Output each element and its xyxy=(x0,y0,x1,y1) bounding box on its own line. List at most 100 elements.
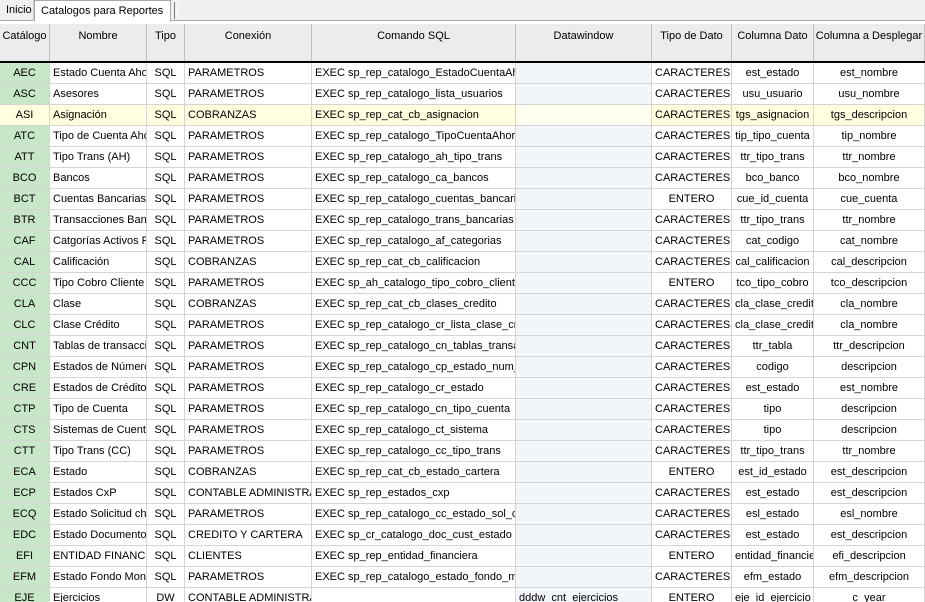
cell-nombre[interactable]: Sistemas de Cuenta xyxy=(50,420,147,441)
cell-tipo[interactable]: SQL xyxy=(147,525,185,546)
table-row[interactable]: EDC Estado Documentos SQL CREDITO Y CARTERA… xyxy=(0,525,925,546)
cell-tipo[interactable]: SQL xyxy=(147,441,185,462)
column-header-columna-a-desplegar[interactable]: Columna a Desplegar xyxy=(814,24,925,61)
cell-tipo[interactable]: SQL xyxy=(147,147,185,168)
table-row[interactable]: CCC Tipo Cobro Cliente SQL PARAMETROS EXEC s… xyxy=(0,273,925,294)
cell-conexion[interactable]: PARAMETROS xyxy=(185,378,312,399)
cell-catalogo[interactable]: CCC xyxy=(0,273,50,294)
cell-columna-a-desplegar[interactable]: cat_nombre xyxy=(814,231,925,252)
cell-comando-sql[interactable]: EXEC sp_ah_catalogo_tipo_cobro_cliente xyxy=(312,273,516,294)
table-row[interactable]: EFMEstado Fondo MonetarioSQLPARAMETROSEX… xyxy=(0,567,925,588)
cell-conexion[interactable]: COBRANZAS xyxy=(185,462,312,483)
cell-tipo[interactable]: DW xyxy=(147,588,185,602)
cell-columna-a-desplegar[interactable]: est_nombre xyxy=(814,63,925,84)
cell-catalogo[interactable]: ATT xyxy=(0,147,50,168)
cell-catalogo[interactable]: CTS xyxy=(0,420,50,441)
table-row[interactable]: ECPEstados CxPSQLCONTABLE ADMINISTRATIVO… xyxy=(0,483,925,504)
cell-datawindow[interactable] xyxy=(516,252,652,273)
cell-comando-sql[interactable]: EXEC sp_cr_catalogo_doc_cust_estado xyxy=(312,525,516,546)
cell-columna-a-desplegar[interactable]: est_descripcion xyxy=(814,483,925,504)
cell-datawindow[interactable] xyxy=(516,525,652,546)
cell-columna-dato[interactable]: tipo xyxy=(732,399,814,420)
column-header-comando-sql[interactable]: Comando SQL xyxy=(312,24,516,61)
table-row[interactable]: CTP Tipo de Cuenta SQL PARAMETROS EXEC sp_re… xyxy=(0,399,925,420)
cell-nombre[interactable]: Asesores xyxy=(50,84,147,105)
cell-tipo-de-dato[interactable]: CARACTERES xyxy=(652,315,732,336)
table-row[interactable]: CLC Clase Crédito SQL PARAMETROS EXEC sp_rep… xyxy=(0,315,925,336)
cell-tipo-de-dato[interactable]: CARACTERES xyxy=(652,252,732,273)
cell-columna-dato[interactable]: bco_banco xyxy=(732,168,814,189)
column-header-catalogo[interactable]: Catálogo xyxy=(0,24,50,61)
cell-columna-a-desplegar[interactable]: tco_descripcion xyxy=(814,273,925,294)
cell-columna-dato[interactable]: est_estado xyxy=(732,483,814,504)
cell-tipo-de-dato[interactable]: CARACTERES xyxy=(652,231,732,252)
cell-comando-sql[interactable]: EXEC sp_rep_catalogo_cn_tipo_cuenta xyxy=(312,399,516,420)
cell-tipo-de-dato[interactable]: CARACTERES xyxy=(652,525,732,546)
cell-columna-dato[interactable]: est_estado xyxy=(732,63,814,84)
cell-conexion[interactable]: PARAMETROS xyxy=(185,147,312,168)
cell-tipo-de-dato[interactable]: CARACTERES xyxy=(652,567,732,588)
cell-tipo[interactable]: SQL xyxy=(147,273,185,294)
cell-conexion[interactable]: PARAMETROS xyxy=(185,126,312,147)
cell-tipo-de-dato[interactable]: CARACTERES xyxy=(652,147,732,168)
cell-nombre[interactable]: Tipo Trans (CC) xyxy=(50,441,147,462)
table-row[interactable]: BCT Cuentas Bancarias SQL PARAMETROS EXEC sp… xyxy=(0,189,925,210)
cell-conexion[interactable]: PARAMETROS xyxy=(185,441,312,462)
cell-columna-dato[interactable]: cla_clase_credito xyxy=(732,315,814,336)
cell-nombre[interactable]: Estado Cuenta Ahorros xyxy=(50,63,147,84)
table-row[interactable]: BCO Bancos SQL PARAMETROS EXEC sp_rep_catalo… xyxy=(0,168,925,189)
cell-comando-sql[interactable]: EXEC sp_rep_catalogo_trans_bancarias xyxy=(312,210,516,231)
cell-catalogo[interactable]: ECP xyxy=(0,483,50,504)
cell-columna-a-desplegar[interactable]: tip_nombre xyxy=(814,126,925,147)
cell-columna-dato[interactable]: efm_estado xyxy=(732,567,814,588)
cell-tipo-de-dato[interactable]: CARACTERES xyxy=(652,483,732,504)
cell-nombre[interactable]: Transacciones Bancarias xyxy=(50,210,147,231)
cell-comando-sql[interactable]: EXEC sp_rep_catalogo_EstadoCuentaAhorro xyxy=(312,63,516,84)
cell-conexion[interactable]: CLIENTES xyxy=(185,546,312,567)
table-row[interactable]: AECEstado Cuenta AhorrosSQLPARAMETROSEXE… xyxy=(0,63,925,84)
cell-columna-dato[interactable]: tipo xyxy=(732,420,814,441)
cell-datawindow[interactable] xyxy=(516,105,652,126)
column-header-conexion[interactable]: Conexión xyxy=(185,24,312,61)
cell-datawindow[interactable] xyxy=(516,378,652,399)
cell-catalogo[interactable]: BTR xyxy=(0,210,50,231)
cell-conexion[interactable]: PARAMETROS xyxy=(185,504,312,525)
cell-columna-a-desplegar[interactable]: efm_descripcion xyxy=(814,567,925,588)
cell-datawindow[interactable] xyxy=(516,420,652,441)
table-row[interactable]: ATT Tipo Trans (AH) SQL PARAMETROS EXEC sp_r… xyxy=(0,147,925,168)
cell-columna-a-desplegar[interactable]: cue_cuenta xyxy=(814,189,925,210)
cell-nombre[interactable]: Estado Documentos xyxy=(50,525,147,546)
cell-tipo[interactable]: SQL xyxy=(147,546,185,567)
cell-columna-dato[interactable]: est_estado xyxy=(732,378,814,399)
table-row[interactable]: CNTTablas de transaccionesSQLPARAMETROSE… xyxy=(0,336,925,357)
cell-catalogo[interactable]: CPN xyxy=(0,357,50,378)
cell-nombre[interactable]: Clase Crédito xyxy=(50,315,147,336)
cell-columna-dato[interactable]: cla_clase_credito xyxy=(732,294,814,315)
cell-nombre[interactable]: Cuentas Bancarias xyxy=(50,189,147,210)
cell-comando-sql[interactable]: EXEC sp_rep_cat_cb_estado_cartera xyxy=(312,462,516,483)
cell-tipo-de-dato[interactable]: ENTERO xyxy=(652,273,732,294)
cell-nombre[interactable]: Asignación xyxy=(50,105,147,126)
cell-conexion[interactable]: COBRANZAS xyxy=(185,105,312,126)
cell-comando-sql[interactable]: EXEC sp_rep_cat_cb_asignacion xyxy=(312,105,516,126)
cell-datawindow[interactable] xyxy=(516,504,652,525)
cell-nombre[interactable]: Catgorías Activos Fijos xyxy=(50,231,147,252)
cell-tipo-de-dato[interactable]: CARACTERES xyxy=(652,504,732,525)
cell-comando-sql[interactable]: EXEC sp_rep_catalogo_ca_bancos xyxy=(312,168,516,189)
cell-comando-sql[interactable]: EXEC sp_rep_cat_cb_calificacion xyxy=(312,252,516,273)
cell-catalogo[interactable]: EFM xyxy=(0,567,50,588)
cell-conexion[interactable]: COBRANZAS xyxy=(185,252,312,273)
cell-tipo[interactable]: SQL xyxy=(147,357,185,378)
cell-columna-dato[interactable]: tip_tipo_cuenta xyxy=(732,126,814,147)
cell-conexion[interactable]: PARAMETROS xyxy=(185,315,312,336)
cell-nombre[interactable]: Tablas de transacciones xyxy=(50,336,147,357)
cell-columna-a-desplegar[interactable]: cla_nombre xyxy=(814,315,925,336)
cell-tipo[interactable]: SQL xyxy=(147,126,185,147)
cell-columna-a-desplegar[interactable]: est_nombre xyxy=(814,378,925,399)
cell-columna-a-desplegar[interactable]: descripcion xyxy=(814,420,925,441)
cell-catalogo[interactable]: EJE xyxy=(0,588,50,602)
cell-columna-dato[interactable]: cal_calificacion xyxy=(732,252,814,273)
cell-columna-dato[interactable]: ttr_tipo_trans xyxy=(732,441,814,462)
cell-columna-a-desplegar[interactable]: est_descripcion xyxy=(814,525,925,546)
cell-tipo[interactable]: SQL xyxy=(147,462,185,483)
